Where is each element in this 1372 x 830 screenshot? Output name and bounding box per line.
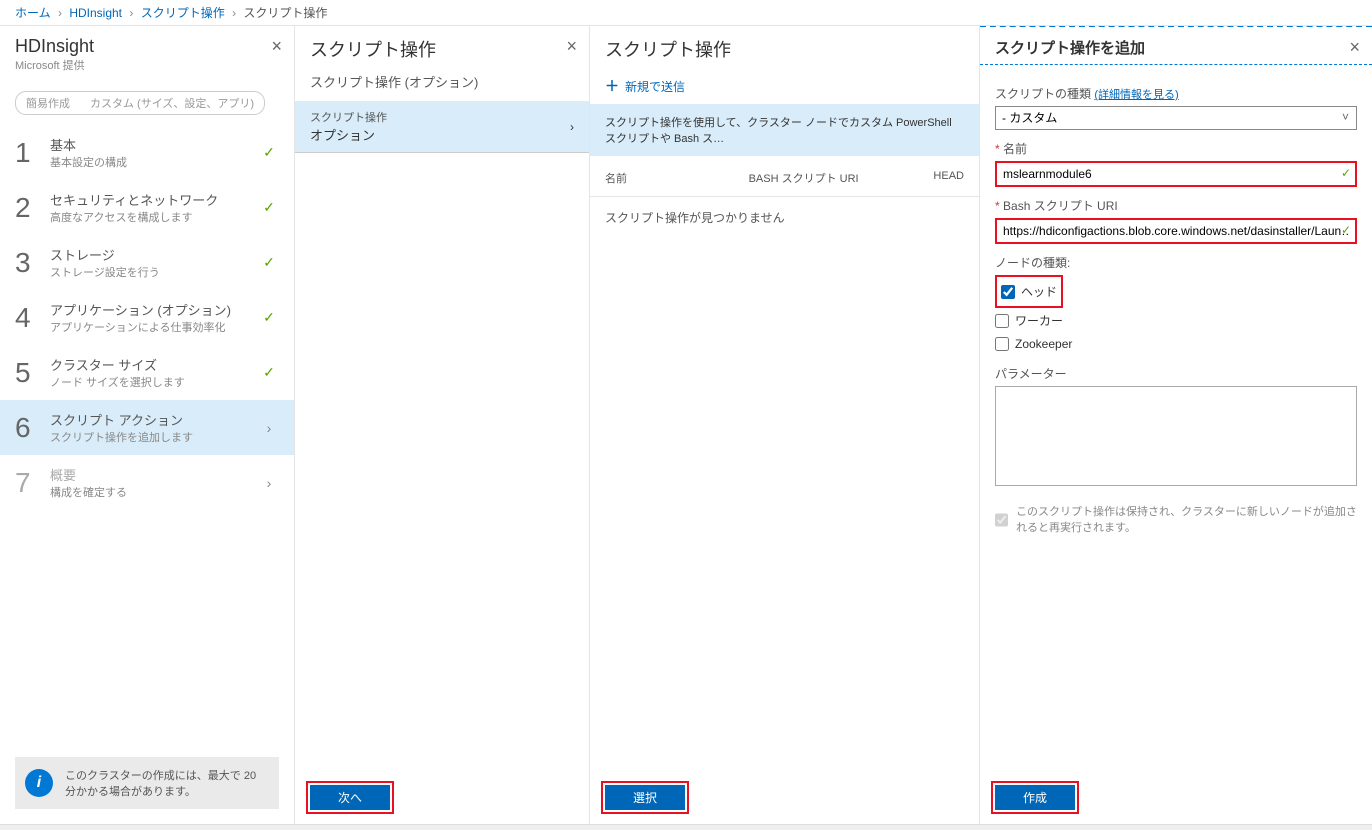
- label-uri: * Bash スクリプト URI: [995, 197, 1357, 214]
- more-info-link[interactable]: (詳細情報を見る): [1094, 89, 1178, 101]
- info-text: このクラスターの作成には、最大で 20 分かかる場合があります。: [65, 767, 269, 799]
- check-icon: ✓: [259, 254, 279, 271]
- label-script-type: スクリプトの種類 (詳細情報を見る): [995, 85, 1357, 102]
- plus-icon: ＋: [605, 76, 619, 96]
- blade-add-script: スクリプト操作を追加 × スクリプトの種類 (詳細情報を見る) - カスタム *…: [980, 26, 1372, 824]
- parameter-input[interactable]: [995, 386, 1357, 486]
- blade-script-list: スクリプト操作 ＋ 新規で送信 スクリプト操作を使用して、クラスター ノードでカ…: [590, 26, 980, 824]
- create-button[interactable]: 作成: [995, 785, 1075, 810]
- breadcrumb-current: スクリプト操作: [243, 6, 327, 20]
- blade-title: スクリプト操作を追加: [995, 37, 1357, 58]
- checkbox-worker[interactable]: ワーカー: [995, 308, 1357, 333]
- blade-title: スクリプト操作: [605, 36, 964, 62]
- breadcrumb: ホーム › HDInsight › スクリプト操作 › スクリプト操作: [0, 0, 1372, 26]
- name-input[interactable]: [995, 161, 1357, 187]
- toggle-custom[interactable]: カスタム (サイズ、設定、アプリ): [80, 92, 264, 114]
- blade-hdinsight: HDInsight Microsoft 提供 × 簡易作成 カスタム (サイズ、…: [0, 26, 295, 824]
- info-banner: スクリプト操作を使用して、クラスター ノードでカスタム PowerShell ス…: [590, 104, 979, 156]
- breadcrumb-hdinsight[interactable]: HDInsight: [69, 6, 122, 20]
- script-type-select[interactable]: - カスタム: [995, 106, 1357, 130]
- info-icon: i: [25, 769, 53, 797]
- section-label: スクリプト操作 (オプション): [295, 68, 589, 101]
- close-icon[interactable]: ×: [271, 36, 282, 57]
- empty-state: スクリプト操作が見つかりません: [590, 197, 979, 238]
- create-mode-toggle[interactable]: 簡易作成 カスタム (サイズ、設定、アプリ): [15, 91, 265, 115]
- submit-new-button[interactable]: ＋ 新規で送信: [590, 68, 979, 104]
- info-box: i このクラスターの作成には、最大で 20 分かかる場合があります。: [15, 757, 279, 809]
- step-applications[interactable]: 4 アプリケーション (オプション) アプリケーションによる仕事効率化 ✓: [0, 290, 294, 345]
- label-name: * 名前: [995, 140, 1357, 157]
- step-storage[interactable]: 3 ストレージ ストレージ設定を行う ✓: [0, 235, 294, 290]
- toggle-quick[interactable]: 簡易作成: [16, 92, 80, 114]
- persist-checkbox-row[interactable]: このスクリプト操作は保持され、クラスターに新しいノードが追加されると再実行されま…: [995, 503, 1357, 535]
- chevron-right-icon: ›: [259, 420, 279, 436]
- chevron-right-icon: ›: [259, 475, 279, 491]
- check-icon: ✓: [259, 199, 279, 216]
- select-button[interactable]: 選択: [605, 785, 685, 810]
- uri-input[interactable]: [995, 218, 1357, 244]
- option-script-action[interactable]: スクリプト操作 オプション ›: [295, 101, 589, 153]
- label-node-type: ノードの種類:: [995, 254, 1357, 271]
- check-icon: ✓: [259, 309, 279, 326]
- table-header: 名前 BASH スクリプト URI HEAD: [590, 156, 979, 197]
- checkbox-head[interactable]: ヘッド: [1001, 279, 1057, 304]
- label-parameter: パラメーター: [995, 365, 1357, 382]
- page-subtitle: Microsoft 提供: [15, 57, 279, 73]
- check-icon: ✓: [259, 144, 279, 161]
- step-cluster-size[interactable]: 5 クラスター サイズ ノード サイズを選択します ✓: [0, 345, 294, 400]
- status-bar: [0, 824, 1372, 830]
- checkbox-zookeeper[interactable]: Zookeeper: [995, 333, 1357, 355]
- close-icon[interactable]: ×: [566, 36, 577, 57]
- step-summary[interactable]: 7 概要 構成を確定する ›: [0, 455, 294, 510]
- breadcrumb-home[interactable]: ホーム: [15, 6, 51, 20]
- step-security[interactable]: 2 セキュリティとネットワーク 高度なアクセスを構成します ✓: [0, 180, 294, 235]
- chevron-right-icon: ›: [570, 120, 574, 134]
- step-basics[interactable]: 1 基本 基本設定の構成 ✓: [0, 125, 294, 180]
- next-button[interactable]: 次へ: [310, 785, 390, 810]
- blade-title: スクリプト操作: [310, 36, 574, 62]
- check-icon: ✓: [1341, 166, 1351, 180]
- close-icon[interactable]: ×: [1349, 37, 1360, 58]
- breadcrumb-script-ops[interactable]: スクリプト操作: [141, 6, 225, 20]
- check-icon: ✓: [259, 364, 279, 381]
- page-title: HDInsight: [15, 36, 279, 57]
- check-icon: ✓: [1341, 223, 1351, 237]
- blade-script-options: スクリプト操作 × スクリプト操作 (オプション) スクリプト操作 オプション …: [295, 26, 590, 824]
- step-script-actions[interactable]: 6 スクリプト アクション スクリプト操作を追加します ›: [0, 400, 294, 455]
